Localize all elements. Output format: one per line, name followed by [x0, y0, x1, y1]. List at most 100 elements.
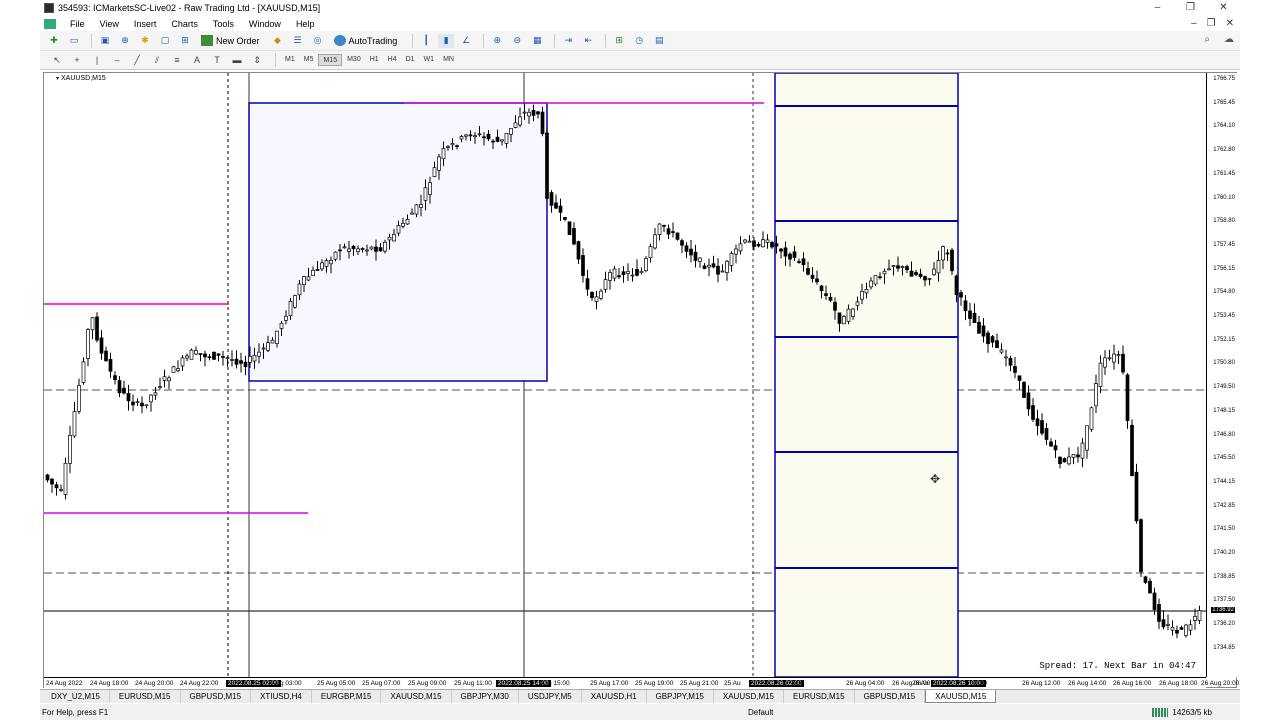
- cloud-icon[interactable]: ☁: [1224, 34, 1234, 45]
- chart-tab[interactable]: DXY_U2,M15: [42, 690, 110, 703]
- mdi-close-icon[interactable]: ✕: [1226, 16, 1234, 31]
- mdi-restore-icon[interactable]: ❐: [1207, 16, 1216, 31]
- candle-body: [774, 243, 779, 247]
- profiles-icon[interactable]: ▭: [66, 34, 82, 48]
- candle-body: [729, 252, 734, 266]
- price-tick-label: 1746.80: [1213, 431, 1235, 438]
- crosshair-icon[interactable]: +: [70, 54, 84, 67]
- candle-body: [716, 265, 720, 275]
- minimize-button[interactable]: –: [1141, 0, 1174, 16]
- zoom-in-icon[interactable]: ⊕: [489, 34, 505, 48]
- timeframe-m1[interactable]: M1: [281, 54, 299, 66]
- autotrading-button[interactable]: AutoTrading: [330, 33, 402, 49]
- chart-tab[interactable]: XAUUSD,M15: [381, 690, 452, 703]
- candle-body: [176, 368, 180, 372]
- terminal-icon[interactable]: ▢: [157, 34, 173, 48]
- candle-body: [761, 239, 765, 248]
- price-tick-label: 1745.50: [1213, 455, 1235, 462]
- menu-help[interactable]: Help: [288, 19, 322, 29]
- navigator-icon[interactable]: ✱: [137, 34, 153, 48]
- market-watch-icon[interactable]: ▣: [97, 34, 113, 48]
- candlestick-icon[interactable]: ▮: [438, 33, 455, 48]
- candle-body: [225, 357, 230, 360]
- candle-body: [81, 361, 86, 383]
- price-tick-label: 1752.15: [1213, 336, 1235, 343]
- menu-file[interactable]: File: [62, 19, 92, 29]
- chart-menu-icon[interactable]: [44, 18, 56, 29]
- chart-tab[interactable]: EURGBP,M15: [312, 690, 382, 703]
- new-order-button[interactable]: New Order: [197, 33, 264, 49]
- tile-windows-icon[interactable]: ▦: [529, 34, 545, 48]
- chart-tab[interactable]: GBPJPY,M15: [647, 690, 714, 703]
- metaeditor-icon[interactable]: ◆: [270, 34, 286, 48]
- timeframe-w1[interactable]: W1: [420, 54, 439, 66]
- strategy-tester-icon[interactable]: ⊞: [177, 34, 193, 48]
- horizontal-line-icon[interactable]: –: [110, 54, 124, 67]
- timeframe-d1[interactable]: D1: [402, 54, 419, 66]
- timeframe-h1[interactable]: H1: [366, 54, 383, 66]
- trendline-icon[interactable]: ╱: [130, 54, 144, 67]
- candle-body: [927, 278, 932, 280]
- timeframe-h4[interactable]: H4: [384, 54, 401, 66]
- timeframe-m15[interactable]: M15: [318, 54, 343, 66]
- candle-body: [572, 228, 576, 245]
- text-label-icon[interactable]: T: [210, 54, 224, 67]
- chart-tab[interactable]: XAUUSD,M15: [925, 690, 997, 703]
- chart-tab[interactable]: XAUUSD,H1: [582, 690, 647, 703]
- templates-icon[interactable]: ▤: [651, 34, 667, 48]
- channel-icon[interactable]: ⫽: [150, 54, 164, 67]
- autoscroll-icon[interactable]: ⇤: [580, 34, 596, 48]
- chart-tab[interactable]: XAUUSD,M15: [714, 690, 784, 703]
- price-axis[interactable]: 1766.75 1765.45 1764.10 1762.80 1761.45 1760.…: [1206, 73, 1238, 677]
- timeframe-m30[interactable]: M30: [343, 54, 365, 66]
- menu-charts[interactable]: Charts: [163, 19, 205, 29]
- mdi-minimize-icon[interactable]: –: [1191, 16, 1197, 31]
- candle-body: [1076, 454, 1080, 458]
- candle-body: [212, 351, 216, 360]
- price-tick-label: 1740.20: [1213, 550, 1235, 556]
- text-icon[interactable]: A: [190, 54, 204, 67]
- cursor-icon[interactable]: ↖: [50, 54, 64, 67]
- timeframe-mn[interactable]: MN: [439, 54, 458, 66]
- price-tick-label: 1756.15: [1213, 265, 1235, 272]
- vertical-line-icon[interactable]: |: [90, 54, 104, 67]
- zoom-out-icon[interactable]: ⊖: [509, 34, 525, 48]
- price-chart[interactable]: ✥ XAUUSD,M15 1766.75 1765.45 1764.10 1762.8…: [43, 72, 1239, 689]
- timeframe-m5[interactable]: M5: [300, 54, 318, 66]
- chart-tab[interactable]: GBPUSD,M15: [181, 690, 252, 703]
- candle-body: [594, 296, 599, 302]
- arrows-icon[interactable]: ⇕: [250, 54, 264, 67]
- indicators-icon[interactable]: ⊞: [611, 34, 627, 48]
- menu-insert[interactable]: Insert: [126, 19, 164, 29]
- chart-plot-area[interactable]: ✥: [44, 73, 1206, 677]
- menu-window[interactable]: Window: [241, 19, 288, 29]
- close-button[interactable]: ✕: [1207, 0, 1240, 16]
- maximize-button[interactable]: ❐: [1174, 0, 1207, 16]
- fibonacci-icon[interactable]: ≡: [170, 54, 184, 67]
- candle-body: [437, 156, 441, 171]
- chart-shift-icon[interactable]: ⇥: [560, 34, 576, 48]
- search-icon[interactable]: ⌕: [1204, 34, 1210, 45]
- data-window-icon[interactable]: ⊕: [117, 34, 133, 48]
- candle-body: [1130, 424, 1134, 477]
- periods-icon[interactable]: ◷: [631, 34, 647, 48]
- chart-tab[interactable]: EURUSD,M15: [110, 690, 181, 703]
- chart-tab[interactable]: GBPJPY,M30: [452, 690, 519, 703]
- rectangle-icon[interactable]: ▬: [230, 54, 244, 67]
- time-axis[interactable]: 24 Aug 2022 24 Aug 18:00 24 Aug 20:00 24 Au…: [44, 677, 1239, 689]
- menu-tools[interactable]: Tools: [205, 19, 241, 29]
- chart-tab[interactable]: EURUSD,M15: [784, 690, 855, 703]
- chart-tab[interactable]: GBPUSD,M15: [855, 690, 926, 703]
- line-chart-icon[interactable]: ∠: [458, 34, 474, 48]
- options-icon[interactable]: ☰: [290, 34, 306, 48]
- signals-icon[interactable]: ◎: [310, 34, 326, 48]
- chart-tab[interactable]: XTIUSD,H4: [251, 690, 312, 703]
- candle-body: [824, 293, 828, 296]
- status-profile[interactable]: Default: [748, 708, 773, 717]
- menu-view[interactable]: View: [92, 19, 126, 29]
- chart-tab[interactable]: USDJPY,M5: [519, 690, 582, 703]
- bar-chart-icon[interactable]: ┃: [418, 34, 434, 48]
- autotrading-icon: [333, 35, 346, 46]
- window-title: 354593: ICMarketsSC-Live02 - Raw Trading…: [58, 3, 321, 13]
- new-chart-icon[interactable]: ✚: [46, 34, 62, 48]
